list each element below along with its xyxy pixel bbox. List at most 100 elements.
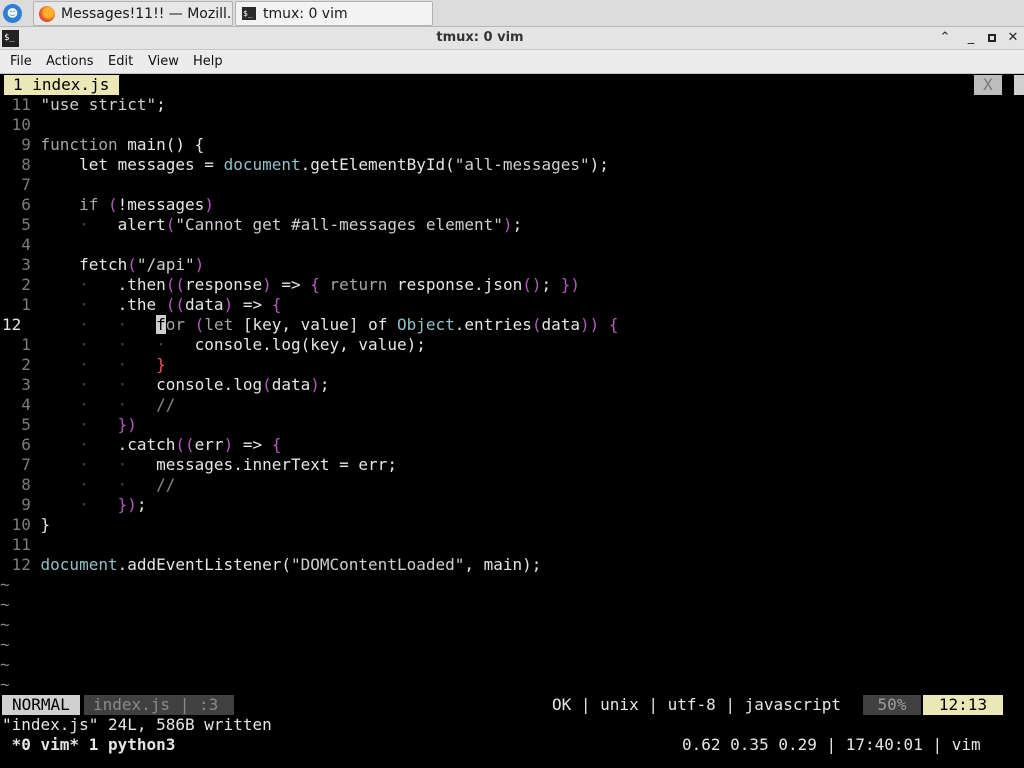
vim-tab-index-js[interactable]: 1 index.js [4,75,120,95]
vim-file-info: index.js | :3 [84,695,234,715]
code-line[interactable]: 8 · · // [2,475,175,495]
code-token: ; [541,275,561,294]
code-line[interactable]: 6 · .catch((err) => { [2,435,281,455]
terminal-area[interactable]: 1 index.js X 11 "use strict"; 10 9 funct… [0,75,1024,768]
code-token: } [40,515,51,534]
code-token: () [522,275,542,294]
line-number: 11 [2,95,41,114]
line-number: 3 [2,255,41,274]
line-number: 8 [2,155,41,174]
tilde-line: ~ [0,675,10,694]
code-token: "DOMContentLoaded" [290,555,465,574]
close-button[interactable]: ✕ [1004,29,1022,47]
code-token: }) [560,275,580,294]
code-line[interactable]: 2 · .then((response) => { return respons… [2,275,580,295]
shade-button[interactable]: ⌃ [936,29,954,47]
code-line[interactable]: 11 [2,535,41,555]
code-line[interactable]: 4 · · // [2,395,175,415]
taskbar: ☻ Messages!11!! — Mozill... $_ tmux: 0 v… [0,0,1024,27]
code-token: data [271,375,311,394]
code-line[interactable]: 12 · · for (let [key, value] of Object.e… [2,315,619,335]
menubar: File Actions Edit View Help [0,50,1024,74]
code-token: · · [40,395,157,414]
code-token: { [608,315,619,334]
vim-tab-close[interactable]: X [974,75,1002,95]
code-token: ; [136,495,147,514]
line-number: 6 [2,435,41,454]
menu-file[interactable]: File [10,54,32,69]
code-token: main() { [117,135,205,154]
vim-scroll-percent: 50% [863,695,921,715]
code-token: // [156,395,176,414]
taskbar-item-terminal[interactable]: $_ tmux: 0 vim [235,1,433,26]
code-line[interactable]: 9 function main() { [2,135,204,155]
line-number: 12 [2,315,41,334]
code-line[interactable]: 10 [2,115,41,135]
code-line[interactable]: 6 if (!messages) [2,195,214,215]
code-token: ( [262,375,272,394]
code-token: !messages [117,195,205,214]
tilde-line: ~ [0,575,10,594]
taskbar-item-firefox[interactable]: Messages!11!! — Mozill... [33,1,233,26]
menu-view[interactable]: View [148,54,179,69]
code-line[interactable]: 9 · }); [2,495,147,515]
code-token: { [271,435,282,454]
code-token: ( [107,195,118,214]
code-token: or [165,315,186,334]
code-token: ; [512,215,523,234]
minimize-button[interactable]: _ [962,29,980,47]
code-token: "Cannot get #all-messages element" [175,215,503,234]
code-token: .catch [117,435,176,454]
code-token: "/api" [136,255,195,274]
scrollbar[interactable] [1014,75,1024,95]
code-token: .entries [454,315,532,334]
menu-help[interactable]: Help [193,54,223,69]
code-token: fetch [40,255,128,274]
line-number: 8 [2,475,41,494]
code-line[interactable]: 5 · }) [2,415,137,435]
code-token: · · [40,375,157,394]
code-token: ; [156,95,176,114]
line-number: 3 [2,375,41,394]
code-token: "use strict" [40,95,157,114]
code-line[interactable]: 4 [2,235,41,255]
code-token: response [185,275,263,294]
code-token: .the [117,295,166,314]
code-line[interactable]: 2 · · } [2,355,166,375]
vim-mode-indicator: NORMAL [2,695,80,715]
code-line[interactable]: 11 "use strict"; [2,95,175,115]
code-line[interactable]: 3 fetch("/api") [2,255,204,275]
maximize-button[interactable] [983,29,1001,47]
line-number: 7 [2,455,41,474]
code-line[interactable]: 10 } [2,515,51,535]
code-token: · · [40,315,157,334]
code-token: messages.innerText = err; [156,455,397,474]
code-line[interactable]: 7 [2,175,41,195]
window-titlebar[interactable]: $_ tmux: 0 vim ⌃ _ ✕ [0,27,1024,50]
code-line[interactable]: 1 · · · console.log(key, value); [2,335,426,355]
code-token: (( [165,295,186,314]
line-number: 10 [2,115,41,134]
vim-file-format-info: OK | unix | utf-8 | javascript [552,695,841,714]
tilde-line: ~ [0,635,10,654]
code-line[interactable]: 12 document.addEventListener("DOMContent… [2,555,542,575]
menu-actions[interactable]: Actions [46,54,94,69]
line-number: 5 [2,215,41,234]
line-number: 4 [2,395,41,414]
vim-message-line: "index.js" 24L, 586B written [2,715,272,734]
code-line[interactable]: 5 · alert("Cannot get #all-messages elem… [2,215,522,235]
code-token: => [233,295,272,314]
line-number: 11 [2,535,41,554]
app-launcher-icon[interactable]: ☻ [3,4,22,23]
vim-cursor-position: 12:13 [923,695,1003,715]
menu-edit[interactable]: Edit [108,54,133,69]
code-line[interactable]: 7 · · messages.innerText = err; [2,455,397,475]
code-line[interactable]: 1 · .the ((data) => { [2,295,281,315]
code-line[interactable]: 3 · · console.log(data); [2,375,329,395]
code-token: · [40,275,118,294]
tmux-window-list[interactable]: *0 vim* 1 python3 [2,735,176,755]
code-token: · [40,495,118,514]
code-line[interactable]: 8 let messages = document.getElementById… [2,155,609,175]
